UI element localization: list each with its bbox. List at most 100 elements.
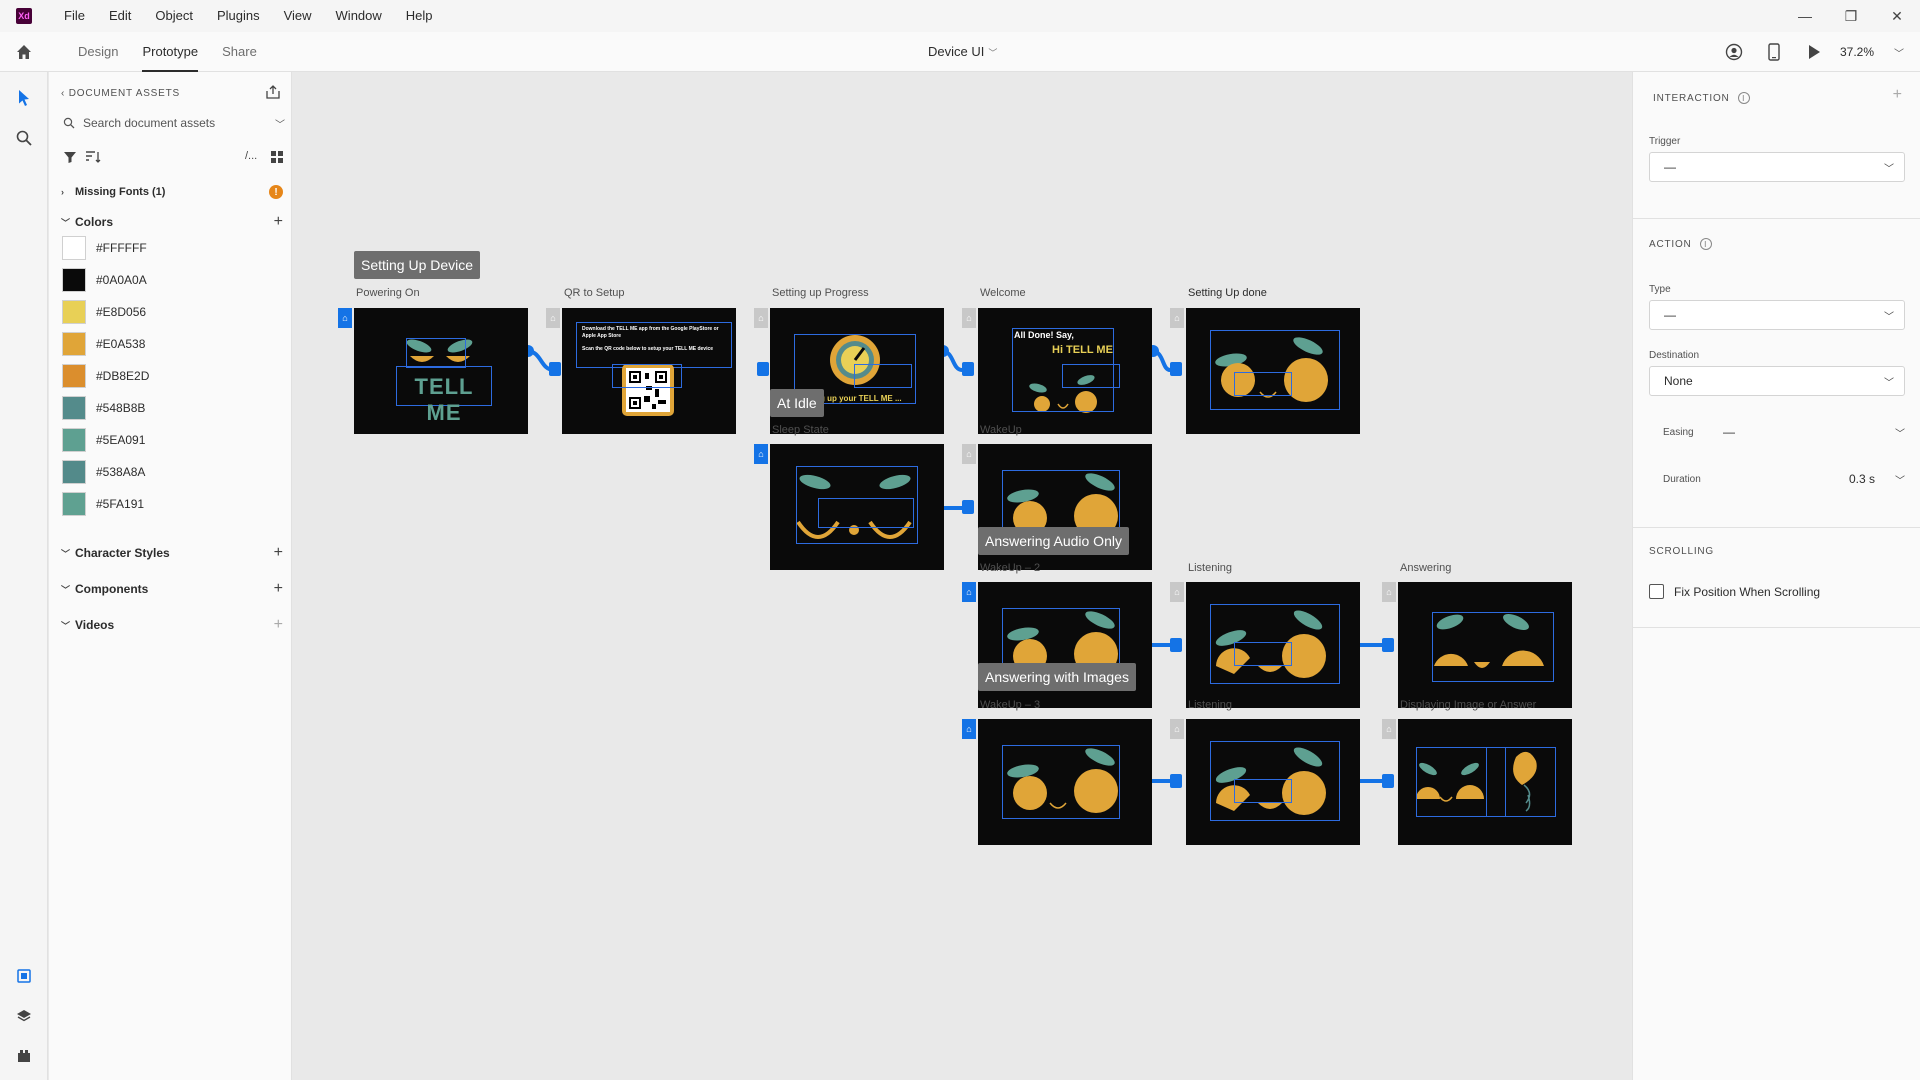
artboard-sleep-state[interactable] bbox=[770, 444, 944, 570]
info-icon[interactable]: i bbox=[1737, 92, 1750, 104]
add-color-icon[interactable]: + bbox=[274, 213, 283, 231]
character-styles-section[interactable]: ﹀ Character Styles + bbox=[61, 543, 283, 563]
color-item[interactable]: #E0A538 bbox=[62, 332, 145, 356]
home-flag-icon[interactable]: ⌂ bbox=[1170, 582, 1184, 602]
add-character-style-icon[interactable]: + bbox=[274, 544, 283, 562]
menu-window[interactable]: Window bbox=[324, 0, 394, 32]
info-icon[interactable]: i bbox=[1699, 238, 1712, 250]
tab-share[interactable]: Share bbox=[210, 32, 269, 72]
zoom-level[interactable]: 37.2% bbox=[1840, 45, 1874, 59]
add-component-icon[interactable]: + bbox=[274, 580, 283, 598]
menu-file[interactable]: File bbox=[52, 0, 97, 32]
home-flag-icon[interactable]: ⌂ bbox=[546, 308, 560, 328]
minimize-button[interactable]: — bbox=[1782, 0, 1828, 32]
artboard-powering-on[interactable]: TELL ME bbox=[354, 308, 528, 434]
type-dropdown[interactable]: — ﹀ bbox=[1649, 300, 1905, 330]
artboard-label[interactable]: WakeUp – 3 bbox=[980, 699, 1040, 711]
duration-row[interactable]: Duration 0.3 s ﹀ bbox=[1663, 469, 1905, 489]
home-flag-icon[interactable]: ⌂ bbox=[962, 582, 976, 602]
artboard-label[interactable]: Displaying Image or Answer bbox=[1400, 699, 1536, 711]
grid-view-icon[interactable] bbox=[270, 150, 284, 164]
select-tool-icon[interactable] bbox=[14, 88, 34, 108]
path-label[interactable]: /... bbox=[245, 150, 257, 162]
artboard-label[interactable]: Sleep State bbox=[772, 424, 829, 436]
fix-position-row[interactable]: Fix Position When Scrolling bbox=[1649, 584, 1820, 599]
device-preview-icon[interactable] bbox=[1764, 42, 1784, 62]
artboard-listening-2[interactable] bbox=[1186, 719, 1360, 845]
artboard-label[interactable]: Setting up Progress bbox=[772, 287, 869, 299]
color-item[interactable]: #FFFFFF bbox=[62, 236, 147, 260]
play-preview-icon[interactable] bbox=[1804, 42, 1824, 62]
menu-help[interactable]: Help bbox=[394, 0, 445, 32]
color-item[interactable]: #DB8E2D bbox=[62, 364, 149, 388]
home-flag-icon[interactable]: ⌂ bbox=[1170, 719, 1184, 739]
trigger-dropdown[interactable]: — ﹀ bbox=[1649, 152, 1905, 182]
artboard-setup-done[interactable] bbox=[1186, 308, 1360, 434]
menu-edit[interactable]: Edit bbox=[97, 0, 143, 32]
zoom-tool-icon[interactable] bbox=[14, 128, 34, 148]
artboard-label[interactable]: Listening bbox=[1188, 699, 1232, 711]
asset-search[interactable]: Search document assets ﹀ bbox=[63, 112, 285, 134]
artboard-label[interactable]: Listening bbox=[1188, 562, 1232, 574]
home-flag-icon[interactable]: ⌂ bbox=[1382, 582, 1396, 602]
menu-plugins[interactable]: Plugins bbox=[205, 0, 272, 32]
canvas[interactable]: Setting Up Device Powering On ⌂ TELL ME … bbox=[292, 72, 1632, 1080]
flow-tag-setup[interactable]: Setting Up Device bbox=[354, 251, 481, 279]
artboard-displaying[interactable] bbox=[1398, 719, 1572, 845]
home-flag-icon[interactable]: ⌂ bbox=[338, 308, 352, 328]
color-item[interactable]: #0A0A0A bbox=[62, 268, 147, 292]
home-flag-icon[interactable]: ⌂ bbox=[1170, 308, 1184, 328]
home-flag-icon[interactable]: ⌂ bbox=[1382, 719, 1396, 739]
artboard-listening[interactable] bbox=[1186, 582, 1360, 708]
color-item[interactable]: #548B8B bbox=[62, 396, 145, 420]
tab-prototype[interactable]: Prototype bbox=[130, 32, 210, 72]
home-flag-icon[interactable]: ⌂ bbox=[754, 308, 768, 328]
easing-row[interactable]: Easing — ﹀ bbox=[1663, 422, 1905, 442]
flow-tag-idle[interactable]: At Idle bbox=[770, 389, 824, 417]
zoom-chevron-icon[interactable]: ﹀ bbox=[1894, 45, 1904, 60]
artboard-wakeup-3[interactable] bbox=[978, 719, 1152, 845]
home-icon[interactable] bbox=[14, 42, 34, 62]
assets-header[interactable]: ‹ DOCUMENT ASSETS bbox=[61, 88, 180, 99]
home-flag-icon[interactable]: ⌂ bbox=[962, 444, 976, 464]
home-flag-icon[interactable]: ⌂ bbox=[962, 308, 976, 328]
artboard-qr-setup[interactable]: Download the TELL ME app from the Google… bbox=[562, 308, 736, 434]
artboard-label[interactable]: WakeUp – 2 bbox=[980, 562, 1040, 574]
menu-object[interactable]: Object bbox=[143, 0, 205, 32]
artboard-label[interactable]: WakeUp bbox=[980, 424, 1022, 436]
artboard-label[interactable]: Welcome bbox=[980, 287, 1026, 299]
layers-panel-icon[interactable] bbox=[14, 1006, 34, 1026]
artboard-label[interactable]: Powering On bbox=[356, 287, 420, 299]
duration-value[interactable]: 0.3 s bbox=[1849, 472, 1875, 486]
color-item[interactable]: #538A8A bbox=[62, 460, 145, 484]
add-interaction-icon[interactable]: + bbox=[1893, 86, 1902, 104]
export-icon[interactable] bbox=[265, 84, 281, 100]
close-button[interactable]: ✕ bbox=[1874, 0, 1920, 32]
search-chevron-icon[interactable]: ﹀ bbox=[275, 116, 285, 131]
fix-position-checkbox[interactable] bbox=[1649, 584, 1664, 599]
assets-panel-icon[interactable] bbox=[14, 966, 34, 986]
search-input[interactable]: Search document assets bbox=[83, 116, 215, 130]
document-title[interactable]: Device UI ﹀ bbox=[928, 32, 997, 73]
tab-design[interactable]: Design bbox=[66, 32, 130, 72]
user-test-icon[interactable] bbox=[1724, 42, 1744, 62]
plugins-panel-icon[interactable] bbox=[14, 1046, 34, 1066]
add-video-icon[interactable]: + bbox=[274, 616, 283, 634]
restore-button[interactable]: ❐ bbox=[1828, 0, 1874, 32]
artboard-label[interactable]: Answering bbox=[1400, 562, 1451, 574]
flow-tag-images[interactable]: Answering with Images bbox=[978, 663, 1136, 691]
home-flag-icon[interactable]: ⌂ bbox=[962, 719, 976, 739]
destination-dropdown[interactable]: None ﹀ bbox=[1649, 366, 1905, 396]
components-section[interactable]: ﹀ Components + bbox=[61, 579, 283, 599]
color-item[interactable]: #E8D056 bbox=[62, 300, 146, 324]
color-item[interactable]: #5EA091 bbox=[62, 428, 145, 452]
menu-view[interactable]: View bbox=[272, 0, 324, 32]
colors-section[interactable]: ﹀ Colors + bbox=[61, 212, 283, 232]
artboard-label[interactable]: QR to Setup bbox=[564, 287, 625, 299]
artboard-label[interactable]: Setting Up done bbox=[1188, 287, 1267, 299]
color-item[interactable]: #5FA191 bbox=[62, 492, 144, 516]
missing-fonts-section[interactable]: › Missing Fonts (1) ! bbox=[61, 182, 283, 202]
home-flag-icon[interactable]: ⌂ bbox=[754, 444, 768, 464]
artboard-answering[interactable] bbox=[1398, 582, 1572, 708]
filter-icon[interactable] bbox=[63, 150, 77, 164]
